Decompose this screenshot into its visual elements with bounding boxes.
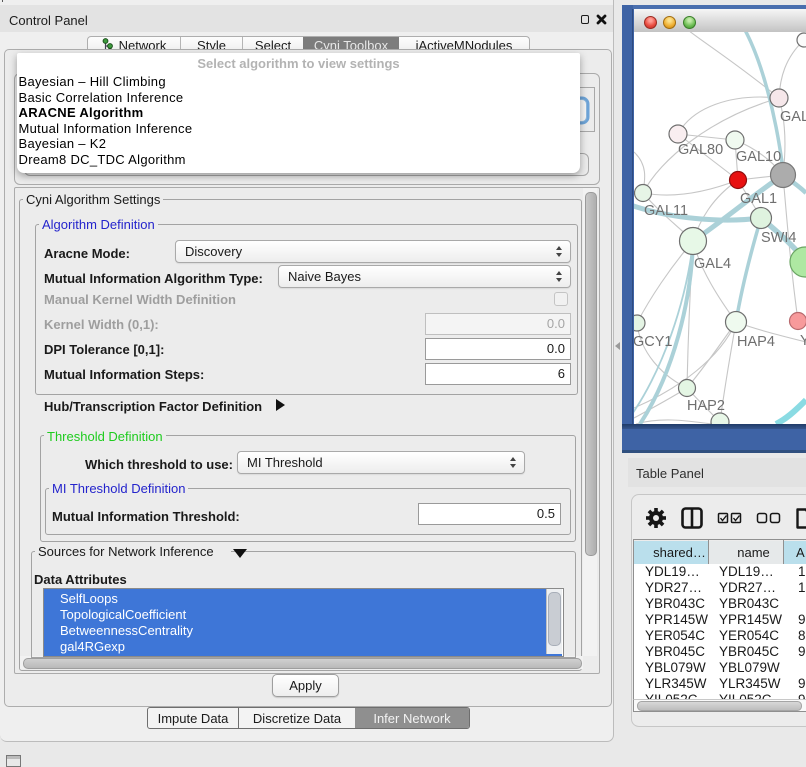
svg-text:GAL11: GAL11 [644, 203, 688, 219]
svg-text:GAL7: GAL7 [780, 109, 806, 125]
svg-text:GAL4: GAL4 [694, 256, 731, 272]
svg-text:HAP4: HAP4 [737, 334, 775, 350]
svg-text:GAL1: GAL1 [740, 191, 777, 207]
svg-text:GCY1: GCY1 [634, 334, 673, 350]
svg-text:GAL80: GAL80 [678, 142, 723, 158]
svg-text:HAP2: HAP2 [687, 398, 725, 414]
svg-text:GAL10: GAL10 [736, 149, 781, 165]
svg-text:SWI4: SWI4 [761, 230, 796, 246]
svg-text:YM: YM [800, 333, 806, 349]
